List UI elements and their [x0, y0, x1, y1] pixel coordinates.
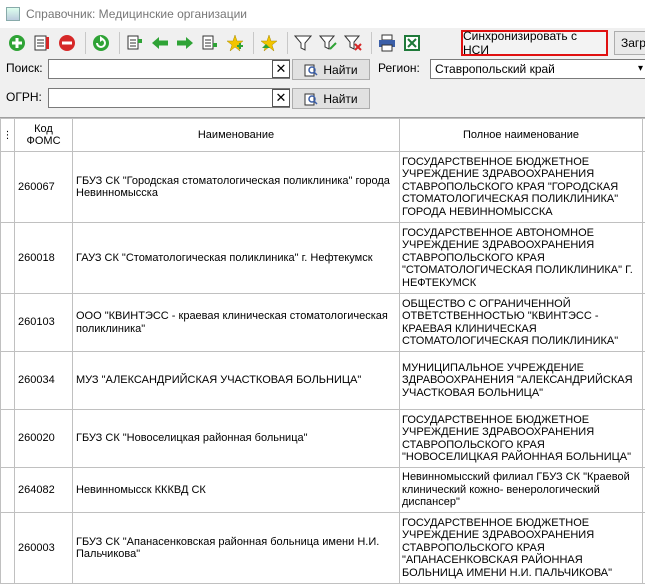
cell-name: ГБУЗ СК "Городская стоматологическая пол… [72, 151, 400, 223]
app-icon [6, 7, 20, 21]
table-row[interactable]: 260020 ГБУЗ СК "Новоселицкая районная бо… [0, 409, 645, 468]
paste-icon[interactable] [199, 32, 221, 54]
table-row[interactable]: 264082 Невинномысск КККВД СК Невинномысс… [0, 467, 645, 513]
row-selector[interactable] [0, 222, 15, 294]
cell-code: 260020 [14, 409, 73, 468]
star-add-icon[interactable] [224, 32, 246, 54]
cell-name: МУЗ "АЛЕКСАНДРИЙСКАЯ УЧАСТКОВАЯ БОЛЬНИЦА… [72, 351, 400, 410]
cell-code: 260034 [14, 351, 73, 410]
cell-code: 260067 [14, 151, 73, 223]
organizations-grid: ⋮ Код ФОМС Наименование Полное наименова… [0, 117, 645, 584]
arrow-left-icon[interactable] [149, 32, 171, 54]
table-row[interactable]: 260103 ООО "КВИНТЭСС - краевая клиническ… [0, 293, 645, 352]
region-select[interactable]: Ставропольский край [430, 59, 645, 79]
row-selector[interactable] [0, 467, 15, 513]
row-selector[interactable] [0, 512, 15, 584]
load-button[interactable]: Загр [614, 31, 645, 55]
row-selector[interactable] [0, 409, 15, 468]
cell-full-name: ГОСУДАРСТВЕННОЕ БЮДЖЕТНОЕ УЧРЕЖДЕНИЕ ЗДР… [399, 512, 643, 584]
row-selector[interactable] [0, 351, 15, 410]
print-icon[interactable] [376, 32, 398, 54]
cell-full-name: ГОСУДАРСТВЕННОЕ БЮДЖЕТНОЕ УЧРЕЖДЕНИЕ ЗДР… [399, 409, 643, 468]
find-icon [304, 64, 318, 76]
star-icon[interactable] [258, 32, 280, 54]
filter-edit-icon[interactable] [317, 32, 339, 54]
delete-icon[interactable] [56, 32, 78, 54]
organizations-table: ⋮ Код ФОМС Наименование Полное наименова… [0, 118, 645, 584]
ogrn-row: ОГРН: ✕ Найти [0, 86, 645, 110]
table-header: ⋮ Код ФОМС Наименование Полное наименова… [0, 118, 645, 152]
search-find-label: Найти [323, 62, 358, 77]
cell-name: ООО "КВИНТЭСС - краевая клиническая стом… [72, 293, 400, 352]
toolbar-separator [119, 32, 120, 54]
ogrn-find-button[interactable]: Найти [292, 88, 370, 109]
search-row: Поиск: ✕ Найти Регион: Ставропольский кр… [0, 57, 645, 81]
toolbar-separator [287, 32, 288, 54]
ogrn-input[interactable] [48, 88, 290, 108]
search-label: Поиск: [6, 61, 43, 75]
table-row[interactable]: 260034 МУЗ "АЛЕКСАНДРИЙСКАЯ УЧАСТКОВАЯ Б… [0, 351, 645, 410]
table-row[interactable]: 260018 ГАУЗ СК "Стоматологическая поликл… [0, 222, 645, 294]
toolbar-separator [371, 32, 372, 54]
cell-full-name: МУНИЦИПАЛЬНОЕ УЧРЕЖДЕНИЕ ЗДРАВООХРАНЕНИЯ… [399, 351, 643, 410]
cell-full-name: ОБЩЕСТВО С ОГРАНИЧЕННОЙ ОТВЕТСТВЕННОСТЬЮ… [399, 293, 643, 352]
cell-full-name: ГОСУДАРСТВЕННОЕ АВТОНОМНОЕ УЧРЕЖДЕНИЕ ЗД… [399, 222, 643, 294]
arrow-right-icon[interactable] [174, 32, 196, 54]
cell-name: ГАУЗ СК "Стоматологическая поликлиника" … [72, 222, 400, 294]
ogrn-label: ОГРН: [6, 90, 42, 104]
window-title: Справочник: Медицинские организации [26, 7, 247, 21]
copy-icon[interactable] [124, 32, 146, 54]
cell-name: ГБУЗ СК "Апанасенковская районная больни… [72, 512, 400, 584]
ogrn-clear-button[interactable]: ✕ [272, 89, 290, 107]
ogrn-find-label: Найти [323, 91, 358, 106]
search-clear-button[interactable]: ✕ [272, 60, 290, 78]
cell-code: 260103 [14, 293, 73, 352]
chevron-down-icon[interactable]: ▾ [638, 63, 643, 74]
toolbar-separator [85, 32, 86, 54]
add-icon[interactable] [6, 32, 28, 54]
column-header-name[interactable]: Наименование [72, 118, 400, 152]
filter-clear-icon[interactable] [342, 32, 364, 54]
search-find-button[interactable]: Найти [292, 59, 370, 80]
search-input[interactable] [48, 59, 290, 79]
cell-code: 260003 [14, 512, 73, 584]
cell-name: ГБУЗ СК "Новоселицкая районная больница" [72, 409, 400, 468]
cell-code: 264082 [14, 467, 73, 513]
find-icon [304, 93, 318, 105]
filter-icon[interactable] [292, 32, 314, 54]
edit-icon[interactable] [31, 32, 53, 54]
row-selector[interactable] [0, 151, 15, 223]
table-row[interactable]: 260067 ГБУЗ СК "Городская стоматологичес… [0, 151, 645, 223]
close-icon: ✕ [275, 90, 287, 105]
close-icon: ✕ [275, 61, 287, 76]
table-row[interactable]: 260003 ГБУЗ СК "Апанасенковская районная… [0, 512, 645, 584]
row-selector-header[interactable]: ⋮ [0, 118, 15, 152]
cell-full-name: ГОСУДАРСТВЕННОЕ БЮДЖЕТНОЕ УЧРЕЖДЕНИЕ ЗДР… [399, 151, 643, 223]
excel-icon[interactable] [401, 32, 423, 54]
refresh-icon[interactable] [90, 32, 112, 54]
column-header-code[interactable]: Код ФОМС [14, 118, 73, 152]
cell-full-name: Невинномысский филиал ГБУЗ СК "Краевой к… [399, 467, 643, 513]
sync-nsi-button[interactable]: Синхронизировать с НСИ [461, 29, 608, 57]
toolbar-separator [253, 32, 254, 54]
region-label: Регион: [378, 61, 420, 75]
title-bar: Справочник: Медицинские организации [0, 0, 645, 28]
cell-code: 260018 [14, 222, 73, 294]
column-header-full-name[interactable]: Полное наименование [399, 118, 643, 152]
row-selector[interactable] [0, 293, 15, 352]
cell-name: Невинномысск КККВД СК [72, 467, 400, 513]
